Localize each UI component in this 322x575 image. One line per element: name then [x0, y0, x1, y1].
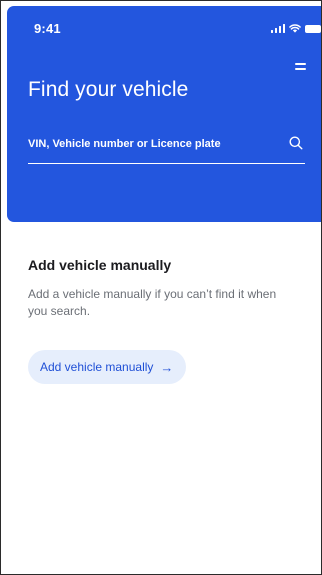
search-input[interactable] [28, 136, 268, 152]
signal-icon [270, 24, 285, 33]
search-underline [28, 163, 305, 164]
add-vehicle-manually-label: Add vehicle manually [40, 360, 154, 374]
add-vehicle-manually-button[interactable]: Add vehicle manually → [28, 350, 187, 384]
app-screen: 9:41 Find your vehicle VIN, Vehicle numb… [0, 0, 322, 575]
status-icons [270, 23, 321, 33]
status-time: 9:41 [34, 21, 61, 36]
section-description: Add a vehicle manually if you can’t find… [28, 287, 277, 318]
section-title: Add vehicle manually [28, 257, 172, 273]
header: 9:41 Find your vehicle [7, 6, 321, 222]
battery-icon [305, 25, 321, 33]
page-title: Find your vehicle [28, 78, 189, 101]
manual-section: Add vehicle manually Add a vehicle manua… [28, 257, 298, 384]
arrow-right-icon: → [160, 359, 174, 375]
status-bar: 9:41 [7, 6, 321, 46]
wifi-icon [289, 24, 301, 33]
menu-icon[interactable] [295, 63, 307, 73]
search-field[interactable] [28, 128, 305, 164]
search-icon[interactable] [289, 136, 303, 150]
